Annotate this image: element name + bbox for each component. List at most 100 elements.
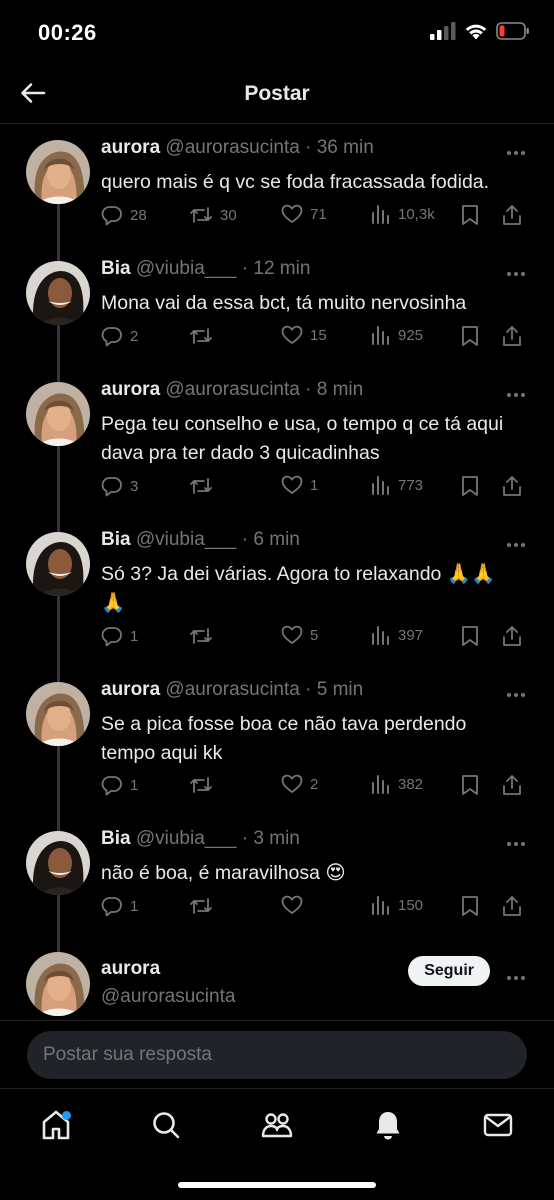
follow-button[interactable]: Seguir [408,956,490,986]
tweet-item[interactable]: Bia @viubia___ · 3 min não é boa, é mara… [0,815,554,936]
bookmark-button[interactable] [461,774,479,796]
views-button[interactable]: 150 [371,895,423,915]
like-count: 1 [310,476,319,494]
tweet-item[interactable]: aurora @aurorasucinta · 8 min Pega teu c… [0,366,554,516]
share-button[interactable] [501,475,523,497]
views-icon [372,476,389,495]
views-button[interactable]: 773 [371,475,423,495]
like-button[interactable] [281,895,310,915]
reply-thread[interactable]: aurora @aurorasucinta · 36 min quero mai… [0,124,554,1020]
tweet-item[interactable]: Bia @viubia___ · 6 min Só 3? Ja dei vári… [0,516,554,666]
author-name[interactable]: aurora [101,137,160,158]
share-button[interactable] [501,325,523,347]
author-card[interactable]: aurora @aurorasucinta Seguir [0,936,554,1020]
thread-connector [57,245,60,261]
avatar[interactable] [26,952,90,1016]
mail-icon [482,1111,514,1144]
thread-connector [57,936,60,952]
author-handle[interactable]: @aurorasucinta [165,379,299,400]
repost-button[interactable] [189,774,220,796]
tweet-item[interactable]: Bia @viubia___ · 12 min Mona vai da essa… [0,245,554,366]
like-button[interactable]: 5 [281,625,318,645]
like-count: 15 [310,326,327,344]
like-button[interactable]: 1 [281,475,318,495]
author-handle[interactable]: @aurorasucinta [101,986,235,1007]
author-name[interactable]: Bia [101,258,131,279]
reply-button[interactable]: 1 [101,895,138,917]
status-time: 00:26 [38,20,97,45]
view-count: 10,3k [398,205,435,223]
like-button[interactable]: 2 [281,774,318,794]
repost-button[interactable] [189,895,220,917]
author-handle[interactable]: @aurorasucinta [165,679,299,700]
bookmark-icon [462,626,478,646]
bookmark-button[interactable] [461,625,479,647]
avatar[interactable] [26,831,90,895]
repost-button[interactable]: 30 [189,204,237,226]
share-button[interactable] [501,625,523,647]
author-handle[interactable]: @viubia___ [136,828,237,849]
bookmark-button[interactable] [461,325,479,347]
tab-messages[interactable] [478,1107,518,1147]
heart-icon [281,325,303,344]
tweet-time: 36 min [316,137,374,158]
reply-count: 1 [130,897,139,915]
author-handle[interactable]: @viubia___ [136,258,237,279]
tab-notifications[interactable] [368,1107,408,1147]
like-button[interactable]: 71 [281,204,327,224]
share-button[interactable] [501,895,523,917]
share-button[interactable] [501,204,523,226]
reply-icon [101,776,122,796]
views-button[interactable]: 397 [371,625,423,645]
heart-icon [281,475,303,494]
avatar[interactable] [26,382,90,446]
repost-button[interactable] [189,325,220,347]
tweet-item[interactable]: aurora @aurorasucinta · 36 min quero mai… [0,124,554,245]
reply-button[interactable]: 1 [101,774,138,796]
views-button[interactable]: 382 [371,774,423,794]
reply-button[interactable]: 1 [101,625,138,647]
more-options-icon[interactable] [506,968,526,986]
repost-button[interactable] [189,475,220,497]
share-button[interactable] [501,774,523,796]
reply-button[interactable]: 28 [101,204,147,226]
tab-communities[interactable] [257,1107,297,1147]
share-icon [503,626,521,646]
author-name[interactable]: aurora [101,958,160,979]
tab-search[interactable] [146,1107,186,1147]
avatar[interactable] [26,532,90,596]
reply-input[interactable] [27,1031,527,1079]
tab-home[interactable] [36,1107,76,1147]
thread-connector [57,815,60,831]
status-icons [430,22,530,45]
more-options-icon[interactable] [506,685,526,703]
bookmark-button[interactable] [461,204,479,226]
author-name[interactable]: Bia [101,529,131,550]
bookmark-button[interactable] [461,895,479,917]
reply-button[interactable]: 3 [101,475,138,497]
more-options-icon[interactable] [506,385,526,403]
more-options-icon[interactable] [506,143,526,161]
repost-button[interactable] [189,625,220,647]
views-button[interactable]: 925 [371,325,423,345]
avatar[interactable] [26,140,90,204]
reply-count: 1 [130,776,139,794]
more-options-icon[interactable] [506,535,526,553]
more-options-icon[interactable] [506,264,526,282]
tweet-header: Bia @viubia___ · 6 min [101,529,300,550]
author-handle[interactable]: @viubia___ [136,529,237,550]
avatar[interactable] [26,261,90,325]
tweet-item[interactable]: aurora @aurorasucinta · 5 min Se a pica … [0,666,554,815]
author-handle[interactable]: @aurorasucinta [165,137,299,158]
bookmark-button[interactable] [461,475,479,497]
reply-button[interactable]: 2 [101,325,138,347]
repost-icon [190,207,212,223]
views-button[interactable]: 10,3k [371,204,435,224]
thread-connector [57,895,60,936]
more-options-icon[interactable] [506,834,526,852]
like-button[interactable]: 15 [281,325,327,345]
author-name[interactable]: Bia [101,828,131,849]
avatar[interactable] [26,682,90,746]
author-name[interactable]: aurora [101,679,160,700]
author-name[interactable]: aurora [101,379,160,400]
